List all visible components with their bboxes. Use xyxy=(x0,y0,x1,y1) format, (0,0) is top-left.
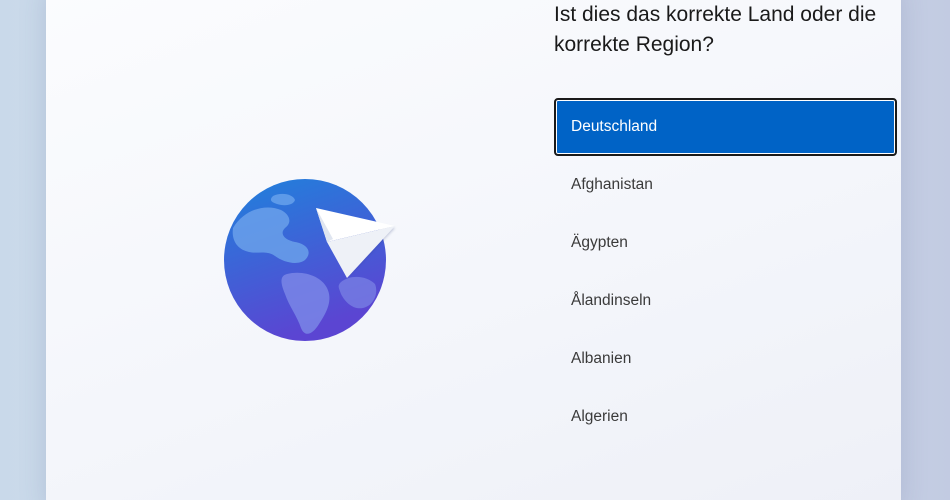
list-item-selected[interactable]: Deutschland xyxy=(554,98,897,156)
list-item[interactable]: Albanien xyxy=(554,330,897,388)
list-item[interactable]: Ägypten xyxy=(554,214,897,272)
setup-window: Ist dies das korrekte Land oder die korr… xyxy=(46,0,901,500)
country-list[interactable]: Deutschland Afghanistan Ägypten Ålandins… xyxy=(554,98,897,446)
globe-icon xyxy=(224,179,395,341)
globe-illustration xyxy=(223,178,403,348)
list-item[interactable]: Afghanistan xyxy=(554,156,897,214)
list-item[interactable]: Ålandinseln xyxy=(554,272,897,330)
list-item[interactable]: Algerien xyxy=(554,388,897,446)
page-title: Ist dies das korrekte Land oder die korr… xyxy=(554,3,877,56)
